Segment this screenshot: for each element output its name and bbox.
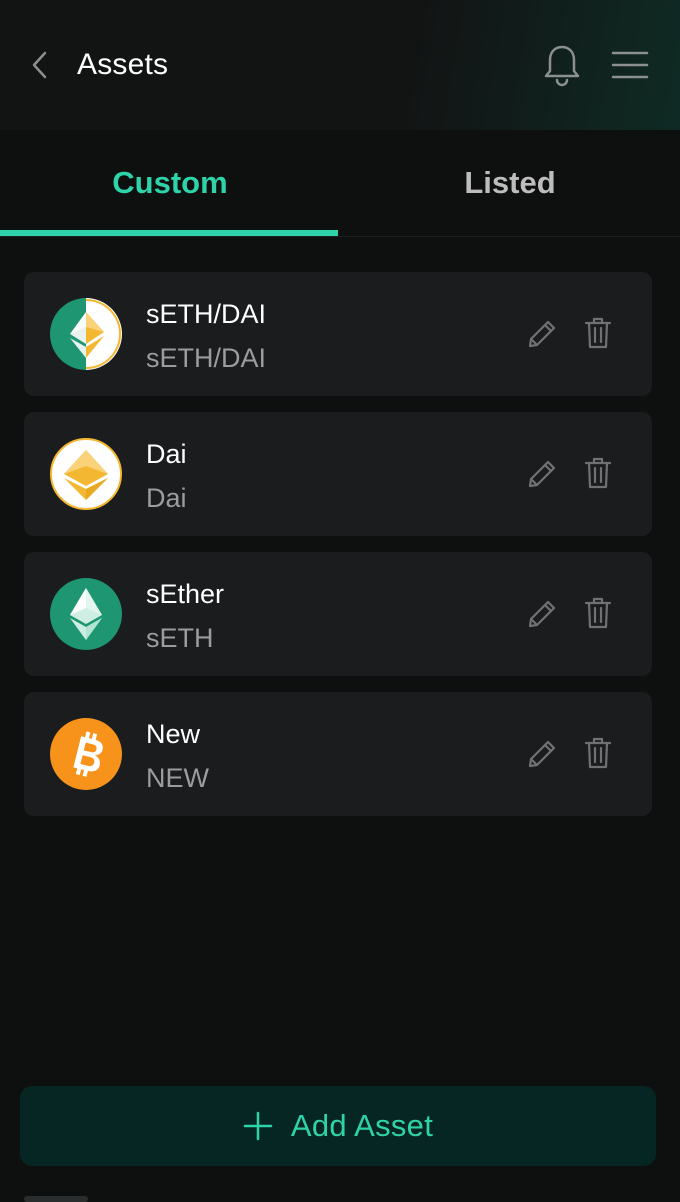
asset-name: sETH/DAI: [146, 299, 267, 329]
pencil-icon: [528, 460, 556, 488]
tab-divider: [0, 236, 680, 237]
edit-asset-button[interactable]: [524, 736, 560, 772]
add-asset-button[interactable]: Add Asset: [20, 1086, 656, 1166]
bottom-edge-indicator: [24, 1196, 88, 1202]
bitcoin-icon: [50, 718, 122, 790]
app-header: Assets: [0, 0, 680, 130]
notifications-button[interactable]: [540, 42, 584, 88]
menu-button[interactable]: [608, 44, 652, 86]
trash-icon: [584, 597, 612, 629]
back-button[interactable]: [22, 44, 58, 86]
trash-icon: [584, 737, 612, 769]
pencil-icon: [528, 600, 556, 628]
asset-tabs: Custom Listed: [0, 130, 680, 238]
plus-icon: [243, 1111, 273, 1141]
trash-icon: [584, 457, 612, 489]
seth-dai-pair-icon: [50, 298, 122, 370]
delete-asset-button[interactable]: [580, 594, 616, 632]
asset-card[interactable]: Dai Dai: [24, 412, 652, 536]
asset-symbol: sETH: [146, 623, 214, 653]
asset-symbol: sETH/DAI: [146, 343, 267, 373]
trash-icon: [584, 317, 612, 349]
chevron-left-icon: [32, 51, 47, 79]
pencil-icon: [528, 740, 556, 768]
pencil-icon: [528, 320, 556, 348]
edit-asset-button[interactable]: [524, 596, 560, 632]
ethereum-icon: [50, 578, 122, 650]
asset-name: Dai: [146, 439, 187, 469]
asset-name: New: [146, 719, 201, 749]
tab-listed[interactable]: Listed: [340, 130, 680, 236]
page-title: Assets: [77, 48, 169, 81]
edit-asset-button[interactable]: [524, 456, 560, 492]
edit-asset-button[interactable]: [524, 316, 560, 352]
tab-custom[interactable]: Custom: [0, 130, 340, 236]
delete-asset-button[interactable]: [580, 314, 616, 352]
dai-icon: [50, 438, 122, 510]
asset-symbol: Dai: [146, 483, 187, 513]
asset-symbol: NEW: [146, 763, 209, 793]
hamburger-menu-icon: [611, 51, 649, 79]
asset-card[interactable]: sETH/DAI sETH/DAI: [24, 272, 652, 396]
asset-card[interactable]: New NEW: [24, 692, 652, 816]
delete-asset-button[interactable]: [580, 734, 616, 772]
delete-asset-button[interactable]: [580, 454, 616, 492]
asset-card[interactable]: sEther sETH: [24, 552, 652, 676]
bell-icon: [544, 45, 580, 87]
asset-name: sEther: [146, 579, 225, 609]
add-asset-label: Add Asset: [290, 1108, 434, 1143]
assets-screen: Assets Custom Listed sETH/DAI sETH/DAI D…: [0, 0, 680, 1202]
